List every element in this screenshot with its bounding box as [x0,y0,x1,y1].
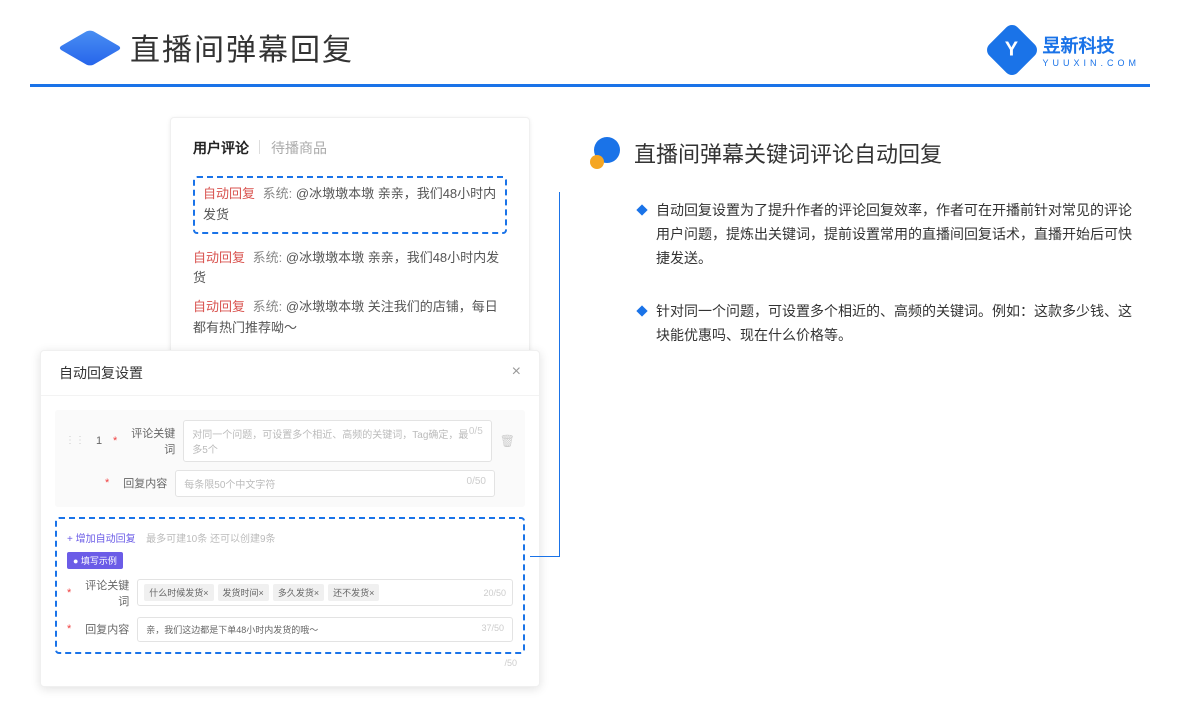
description-column: 直播间弹幕关键词评论自动回复 自动回复设置为了提升作者的评论回复效率，作者可在开… [590,117,1140,687]
example-content-label: 回复内容 [79,621,129,637]
diamond-icon [636,306,647,317]
add-hint: 最多可建10条 还可以创建9条 [146,534,275,545]
page-title: 直播间弹幕回复 [130,25,354,69]
brand-name: 昱新科技 [1042,32,1140,58]
bubble-icon [590,137,622,169]
example-keyword-label: 评论关键词 [79,577,129,609]
comments-panel: 用户评论 待播商品 自动回复 系统: @冰墩墩本墩 亲亲，我们48小时内发货 自… [170,117,530,360]
brand-logo: Y 昱新科技 YUUXIN.COM [992,30,1140,70]
screenshot-column: 用户评论 待播商品 自动回复 系统: @冰墩墩本墩 亲亲，我们48小时内发货 自… [40,117,540,687]
tab-user-comments[interactable]: 用户评论 [193,138,249,158]
tab-pending-products[interactable]: 待播商品 [271,138,327,158]
content-label: 回复内容 [117,475,167,491]
tag-chip[interactable]: 发货时间× [218,584,269,601]
connector-line [530,192,560,557]
tag-chip[interactable]: 多久发货× [273,584,324,601]
content-input[interactable]: 每条限50个中文字符 0/50 [175,470,495,497]
example-content-input[interactable]: 亲，我们这边都是下单48小时内发货的哦～ 37/50 [137,617,513,642]
delete-icon[interactable]: 🗑 [500,434,515,448]
outer-count: /50 [41,654,539,668]
comment-line: 自动回复 系统: @冰墩墩本墩 亲亲，我们48小时内发货 [193,248,507,290]
tabs: 用户评论 待播商品 [193,138,507,158]
settings-title: 自动回复设置 [59,363,143,383]
keyword-input[interactable]: 对同一个问题，可设置多个相近、高频的关键词，Tag确定，最多5个 0/5 [183,420,491,462]
brand-icon: Y [984,22,1041,79]
brand-subtitle: YUUXIN.COM [1042,58,1140,68]
highlighted-comment: 自动回复 系统: @冰墩墩本墩 亲亲，我们48小时内发货 [193,176,507,234]
drag-handle-icon[interactable]: ⋮⋮ [65,435,85,446]
comment-line: 自动回复 系统: @冰墩墩本墩 关注我们的店铺，每日都有热门推荐呦～ [193,297,507,339]
add-auto-reply-link[interactable]: + 增加自动回复 [67,530,136,545]
cube-icon [70,26,112,68]
rule-form: ⋮⋮ 1 * 评论关键词 对同一个问题，可设置多个相近、高频的关键词，Tag确定… [55,410,525,507]
auto-reply-tag: 自动回复 [203,186,255,201]
bullet-item: 自动回复设置为了提升作者的评论回复效率，作者可在开播前针对常见的评论用户问题，提… [638,199,1140,270]
keyword-label: 评论关键词 [125,425,175,457]
diamond-icon [636,204,647,215]
example-keyword-tags[interactable]: 什么时候发货× 发货时间× 多久发货× 还不发货× 20/50 [137,579,513,606]
tag-chip[interactable]: 什么时候发货× [144,584,213,601]
page-header: 直播间弹幕回复 [30,0,1150,87]
auto-reply-settings-panel: 自动回复设置 × ⋮⋮ 1 * 评论关键词 对同一个问题，可设置多个相近、高频的… [40,350,540,687]
example-badge: ● 填写示例 [67,552,123,569]
example-section: + 增加自动回复 最多可建10条 还可以创建9条 ● 填写示例 * 评论关键词 … [55,517,525,654]
system-label: 系统: [263,186,293,201]
section-title: 直播间弹幕关键词评论自动回复 [634,137,942,169]
rule-number: 1 [93,435,105,447]
close-icon[interactable]: × [512,363,521,383]
bullet-item: 针对同一个问题，可设置多个相近的、高频的关键词。例如：这款多少钱、这块能优惠吗、… [638,300,1140,348]
tag-chip[interactable]: 还不发货× [328,584,379,601]
